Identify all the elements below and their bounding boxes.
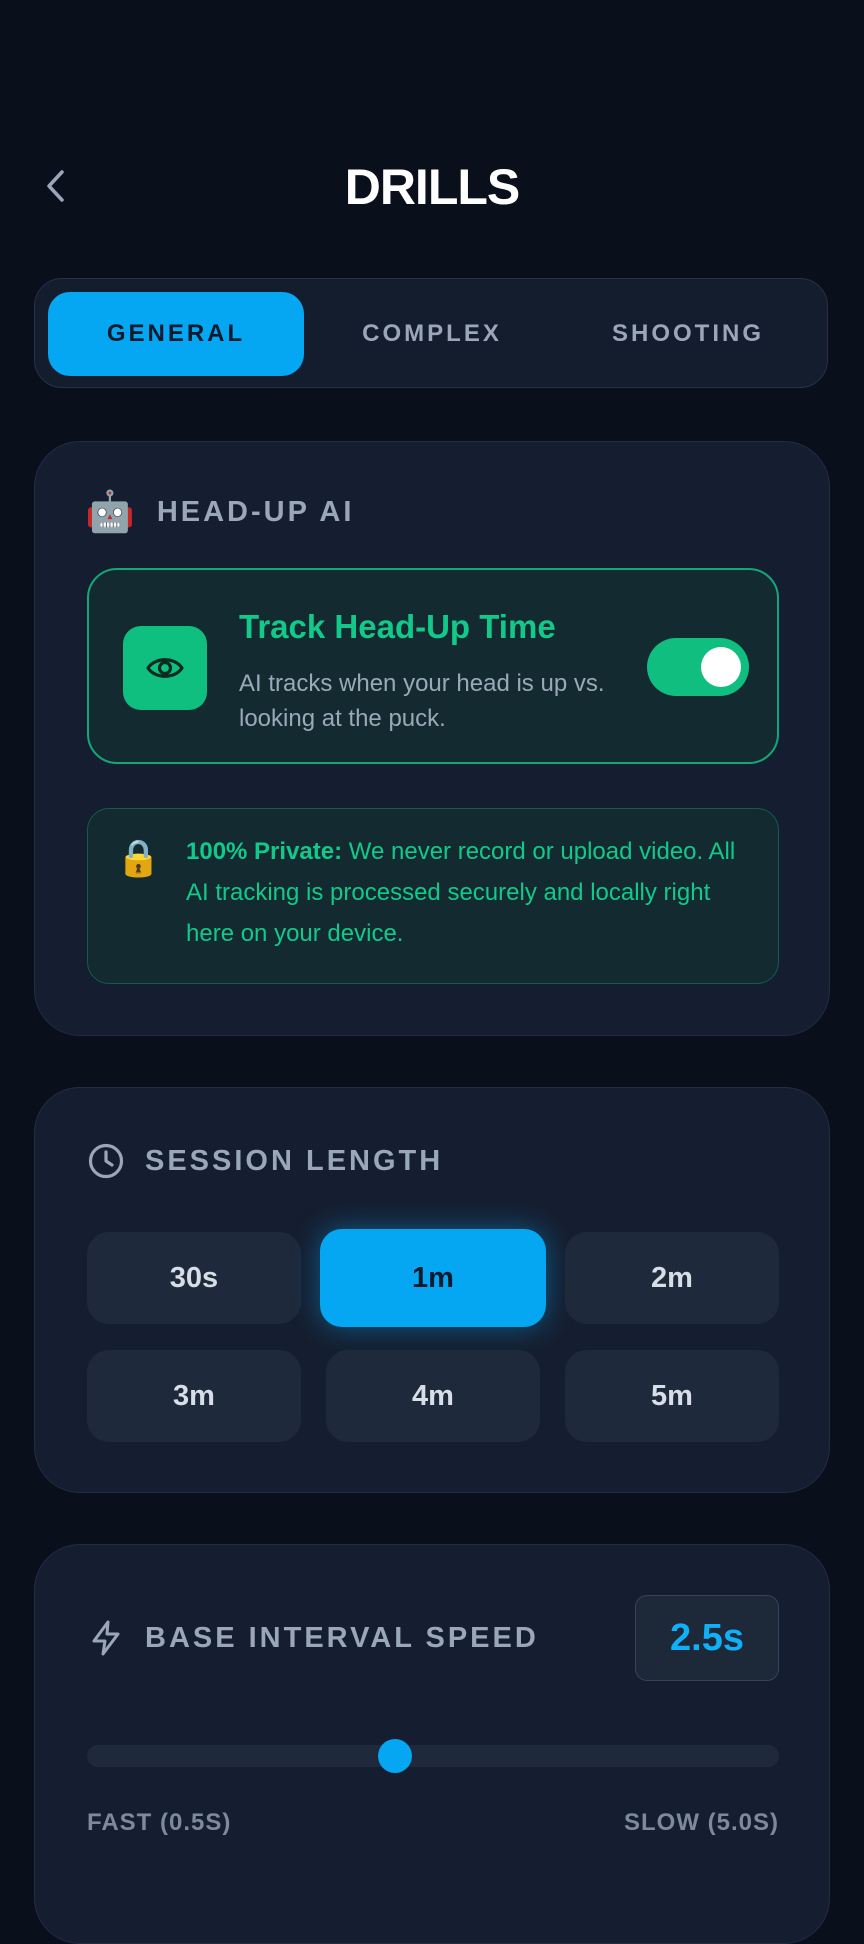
- tab-shooting[interactable]: SHOOTING: [560, 292, 816, 376]
- session-length-card: SESSION LENGTH 30s 1m 2m 3m 4m 5m: [34, 1087, 830, 1493]
- privacy-bold: 100% Private:: [186, 838, 343, 865]
- section-title-interval-speed: BASE INTERVAL SPEED: [145, 1621, 539, 1654]
- session-option-5m[interactable]: 5m: [565, 1350, 779, 1442]
- section-title-head-up-ai: HEAD-UP AI: [156, 495, 355, 528]
- interval-value-badge: 2.5s: [635, 1595, 779, 1681]
- privacy-text: 100% Private: We never record or upload …: [186, 831, 756, 954]
- track-head-up-toggle[interactable]: [647, 638, 749, 696]
- privacy-notice: 🔒 100% Private: We never record or uploa…: [87, 808, 779, 984]
- robot-icon: 🤖: [85, 490, 135, 534]
- head-up-ai-header: 🤖 HEAD-UP AI: [85, 492, 354, 532]
- lightning-icon: [92, 1620, 120, 1656]
- header: DRILLS: [0, 150, 864, 220]
- eye-icon: [146, 658, 184, 678]
- slider-min-label: FAST (0.5S): [87, 1809, 232, 1836]
- session-option-3m[interactable]: 3m: [87, 1350, 301, 1442]
- toggle-knob: [701, 647, 741, 687]
- interval-speed-header: BASE INTERVAL SPEED: [87, 1619, 539, 1657]
- session-length-header: SESSION LENGTH: [87, 1142, 443, 1180]
- interval-slider-thumb[interactable]: [377, 1739, 412, 1773]
- eye-icon-tile: [123, 626, 207, 710]
- session-option-1m[interactable]: 1m: [320, 1229, 546, 1327]
- head-up-ai-card: 🤖 HEAD-UP AI Track Head-Up Time AI track…: [34, 441, 830, 1036]
- section-title-session-length: SESSION LENGTH: [145, 1144, 444, 1177]
- interval-speed-card: BASE INTERVAL SPEED 2.5s FAST (0.5S) SLO…: [34, 1544, 830, 1944]
- track-head-up-row: Track Head-Up Time AI tracks when your h…: [87, 568, 779, 764]
- session-option-30s[interactable]: 30s: [87, 1232, 301, 1324]
- lock-icon: 🔒: [116, 837, 161, 878]
- slider-max-label: SLOW (5.0S): [623, 1809, 779, 1836]
- clock-icon: [88, 1143, 124, 1179]
- session-option-4m[interactable]: 4m: [326, 1350, 540, 1442]
- page-title: DRILLS: [344, 159, 521, 215]
- tab-general[interactable]: GENERAL: [48, 292, 304, 376]
- track-head-up-title: Track Head-Up Time: [239, 608, 556, 645]
- track-head-up-description: AI tracks when your head is up vs. looki…: [239, 670, 605, 732]
- interval-slider[interactable]: [87, 1739, 779, 1773]
- session-option-2m[interactable]: 2m: [565, 1232, 779, 1324]
- category-tabs: GENERAL COMPLEX SHOOTING: [34, 278, 828, 388]
- tab-complex[interactable]: COMPLEX: [304, 292, 560, 376]
